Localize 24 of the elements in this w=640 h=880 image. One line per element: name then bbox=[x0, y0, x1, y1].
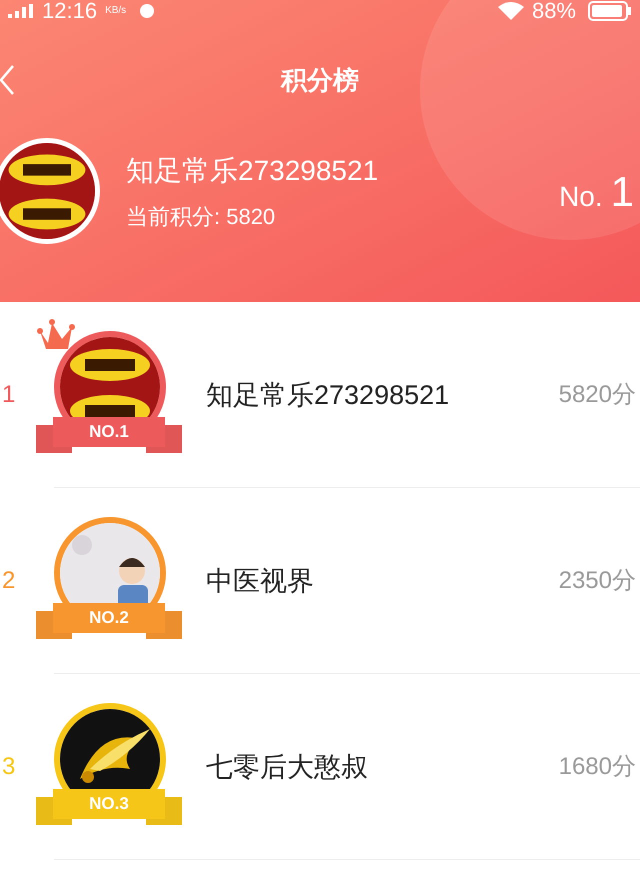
back-icon bbox=[0, 65, 14, 95]
user-name: 知足常乐273298521 bbox=[126, 154, 378, 188]
rank-number: 2 bbox=[2, 566, 16, 596]
signal-icon bbox=[8, 4, 34, 18]
page-title: 积分榜 bbox=[281, 64, 359, 96]
rank-ribbon: NO.2 bbox=[36, 603, 182, 641]
rank-label: No. bbox=[559, 180, 603, 214]
score: 1680分 bbox=[558, 752, 636, 782]
battery-icon bbox=[588, 1, 632, 21]
battery-percent: 88% bbox=[532, 0, 576, 22]
user-name: 中医视界 bbox=[206, 564, 314, 598]
user-name: 七零后大憨叔 bbox=[206, 750, 368, 784]
rank-number: 3 bbox=[2, 752, 16, 782]
score: 2350分 bbox=[558, 566, 636, 596]
rank-number: 1 bbox=[2, 380, 16, 410]
speed-unit: KB/s bbox=[105, 6, 126, 16]
rank-ribbon: NO.1 bbox=[36, 417, 182, 455]
current-points: 当前积分: 5820 bbox=[126, 202, 276, 230]
score: 5820分 bbox=[558, 380, 636, 410]
user-name: 知足常乐273298521 bbox=[206, 378, 450, 412]
rank-ribbon: NO.3 bbox=[36, 789, 182, 827]
wifi-icon bbox=[498, 2, 524, 20]
clock-time: 12:16 bbox=[42, 0, 98, 22]
rank-number: 1 bbox=[610, 166, 634, 216]
